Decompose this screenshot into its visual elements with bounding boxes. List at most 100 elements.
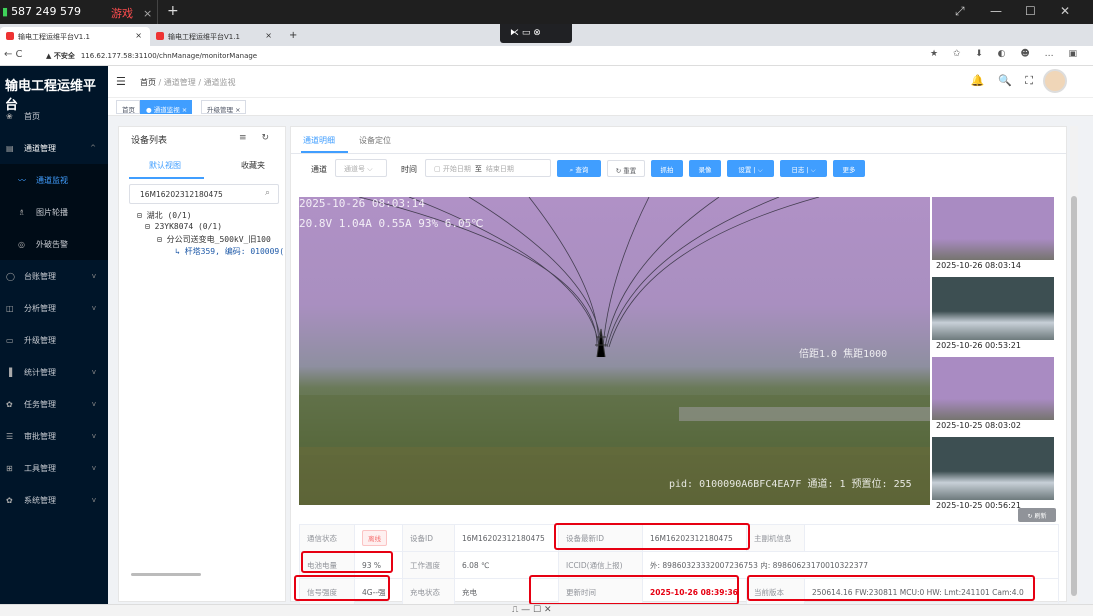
minimize-button[interactable]: —: [990, 4, 1002, 18]
tree-node-province[interactable]: ⊟ 湖北 (0/1): [137, 210, 192, 221]
highlight-box: [554, 523, 750, 550]
cast-toolbar[interactable]: ⧔ ▭ ⊗: [500, 24, 572, 43]
approval-icon: ☰: [6, 431, 14, 441]
chevron-down-icon: v: [91, 496, 96, 504]
tab-default-view[interactable]: 默认视图: [149, 160, 181, 171]
scrollbar-thumb[interactable]: [1071, 196, 1077, 596]
live-video-view[interactable]: 2025-10-26 08:03:14 20.8V 1.04A 0.55A 93…: [299, 197, 930, 505]
tags-view: 首页 ● 通道监视 × 升级管理 ×: [108, 98, 1093, 116]
time-label: 时间: [401, 165, 417, 174]
upgrade-icon: ▭: [6, 335, 14, 345]
tab-channel-detail[interactable]: 通道明细: [303, 135, 335, 146]
sidebar-item-ledger[interactable]: ◯ 台账管理 v: [0, 260, 108, 292]
menu-toggle-icon[interactable]: ☰: [116, 75, 126, 88]
close-window-button[interactable]: ✕: [1060, 4, 1070, 18]
query-button[interactable]: ⌕ 查询: [557, 160, 601, 177]
host-info-key: 主副机信息: [746, 524, 805, 552]
maximize-button[interactable]: ☐: [1025, 4, 1036, 18]
sidebar-item-tools[interactable]: ⊞ 工具管理 v: [0, 452, 108, 484]
sidebar-item-approval[interactable]: ☰ 审批管理 v: [0, 420, 108, 452]
tag-upgrade[interactable]: 升级管理 ×: [201, 100, 246, 114]
reset-button[interactable]: ↻ 重置: [607, 160, 645, 177]
chevron-down-icon: v: [91, 368, 96, 376]
insecure-icon: ▲ 不安全: [46, 52, 75, 60]
sidebar-item-stats[interactable]: ▐ 统计管理 v: [0, 356, 108, 388]
tab-underline: [129, 177, 204, 179]
status-badge: 离线: [362, 530, 387, 546]
more-button[interactable]: 更多: [833, 160, 865, 177]
close-tab-icon[interactable]: ×: [135, 31, 142, 40]
back-reload-icon[interactable]: ← C: [4, 49, 23, 60]
sidebar-item-system[interactable]: ✿ 系统管理 v: [0, 484, 108, 516]
new-tab-button[interactable]: +: [285, 25, 297, 44]
close-icon[interactable]: ×: [143, 7, 152, 20]
browser-extension-icons[interactable]: ★ ✩ ⬇ ◐ ☻ … ▣: [930, 49, 1083, 59]
avatar[interactable]: [1043, 69, 1067, 93]
device-search-input[interactable]: 16M16202312180475 ⌕: [129, 184, 279, 204]
system-top-bar: ▮ 587 249 579 游戏 × + ⤢ — ☐ ✕: [0, 0, 1093, 24]
stats-icon: ▐: [6, 367, 13, 377]
osd-timestamp: 2025-10-26 08:03:14: [299, 197, 425, 210]
browser-tab-active[interactable]: 输电工程运维平台V1.1 ×: [0, 27, 150, 46]
chevron-up-icon: ^: [90, 144, 96, 152]
restore-icon[interactable]: ⤢: [955, 4, 965, 19]
sidebar-item-task[interactable]: ✿ 任务管理 v: [0, 388, 108, 420]
browser-tab[interactable]: 输电工程运维平台V1.1 ×: [150, 27, 280, 46]
thumbnail[interactable]: 2025-10-25 00:56:21: [932, 437, 1054, 513]
sidebar-item-analysis[interactable]: ◫ 分析管理 v: [0, 292, 108, 324]
thumbnail[interactable]: 2025-10-26 00:53:21: [932, 277, 1054, 353]
breadcrumb: 首页 / 通道管理 / 通道监视: [140, 78, 236, 87]
highlight-box: [301, 551, 393, 573]
game-tab[interactable]: 游戏 ×: [100, 0, 158, 24]
tag-channel-monitor[interactable]: ● 通道监视 ×: [140, 100, 193, 114]
channel-select[interactable]: 通道号 ⌵: [335, 159, 387, 177]
snapshot-button[interactable]: 抓拍: [651, 160, 683, 177]
highlight-box: [529, 575, 739, 605]
sidebar-item-home[interactable]: ❀ 首页: [0, 100, 108, 132]
sidebar-item-alarm[interactable]: ◎ 外破告警: [0, 228, 108, 260]
header-tools-icons[interactable]: 🔔 🔍 ⛶: [971, 74, 1038, 88]
bottom-bar: ⎍ — ☐ ✕: [0, 604, 1093, 616]
date-range-picker[interactable]: ▢ 开始日期至结束日期: [425, 159, 551, 177]
sidebar-item-channel-manage[interactable]: ▤ 通道管理 ^: [0, 132, 108, 164]
horizontal-scrollbar[interactable]: [131, 573, 201, 576]
sidebar-item-carousel[interactable]: ♗ 图片轮播: [0, 196, 108, 228]
channel-icon: ▤: [6, 143, 14, 153]
chevron-down-icon: v: [91, 400, 96, 408]
thumbnail[interactable]: 2025-10-25 08:03:02: [932, 357, 1054, 433]
thumbnail[interactable]: 2025-10-26 08:03:14: [932, 197, 1054, 273]
app-header: ☰ 首页 / 通道管理 / 通道监视 🔔 🔍 ⛶: [108, 66, 1093, 98]
tree-node-company[interactable]: ⊟ 分公司送变电_500kV_旧100: [157, 234, 271, 245]
snapshot-thumbnails: 2025-10-26 08:03:14 2025-10-26 00:53:21 …: [932, 197, 1056, 513]
tab-favorites[interactable]: 收藏夹: [241, 160, 265, 171]
list-refresh-icons[interactable]: ≡ ↻: [239, 133, 275, 143]
device-list-panel: 设备列表 ≡ ↻ 默认视图 收藏夹 16M16202312180475 ⌕ ⊟ 湖…: [118, 126, 286, 602]
tag-home[interactable]: 首页: [116, 100, 140, 114]
log-dropdown-button[interactable]: 日志 | ⌵: [780, 160, 827, 177]
page-scrollbar[interactable]: [1070, 126, 1078, 602]
tree-node-line[interactable]: ⊟ 23YK8074 (0/1): [145, 222, 222, 231]
chevron-down-icon: v: [91, 304, 96, 312]
record-button[interactable]: 录像: [689, 160, 721, 177]
chevron-down-icon: v: [91, 432, 96, 440]
analysis-icon: ◫: [6, 303, 14, 313]
bottom-window-controls[interactable]: ⎍ — ☐ ✕: [512, 605, 552, 615]
tree-node-tower[interactable]: ↳ 杆塔359, 编码: 010009(: [175, 246, 284, 257]
charge-key: 充电状态: [402, 578, 455, 606]
favicon-icon: [6, 32, 14, 40]
crumb-home[interactable]: 首页: [140, 78, 156, 87]
home-icon: ❀: [6, 111, 13, 121]
search-icon[interactable]: ⌕: [265, 188, 270, 198]
sidebar-item-channel-monitor[interactable]: 〰通道监视: [0, 164, 108, 196]
task-icon: ✿: [6, 399, 13, 409]
osd-zoom: 倍距1.0 焦距1000: [799, 349, 888, 360]
phone-number: ▮ 587 249 579: [2, 5, 82, 18]
url-field[interactable]: ▲ 不安全 116.62.177.58:31100/chnManage/monit…: [42, 49, 932, 63]
refresh-button[interactable]: ↻ 刷新: [1018, 508, 1056, 522]
tab-device-locate[interactable]: 设备定位: [359, 135, 391, 146]
settings-dropdown-button[interactable]: 设置 | ⌵: [727, 160, 774, 177]
sidebar-item-upgrade[interactable]: ▭ 升级管理: [0, 324, 108, 356]
channel-label: 通道: [311, 165, 327, 174]
close-tab-icon[interactable]: ×: [265, 31, 272, 40]
new-tab-button[interactable]: +: [167, 3, 179, 19]
